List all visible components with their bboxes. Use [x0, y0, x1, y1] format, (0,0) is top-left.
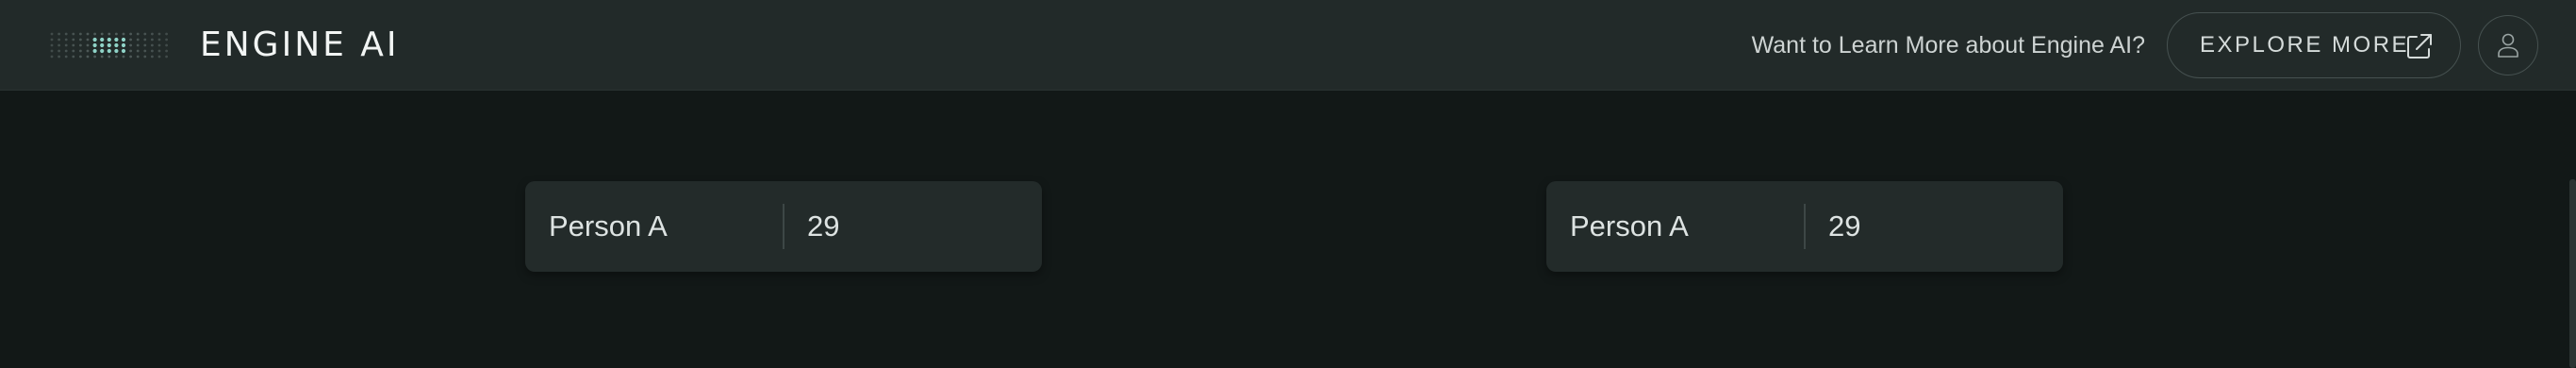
user-profile-button[interactable] — [2478, 15, 2538, 75]
person-age: 29 — [807, 209, 840, 243]
user-icon — [2498, 33, 2518, 58]
learn-more-prompt: Want to Learn More about Engine AI? — [1751, 32, 2145, 59]
explore-more-label: EXPLORE MORE — [2200, 32, 2410, 58]
explore-more-button[interactable]: EXPLORE MORE — [2167, 12, 2461, 78]
person-card: Person A 29 — [525, 181, 1042, 272]
card-divider — [1804, 204, 1806, 249]
top-navigation-bar: ENGINE AI Want to Learn More about Engin… — [0, 0, 2576, 91]
external-link-icon — [2407, 34, 2432, 59]
person-name: Person A — [1570, 209, 1689, 243]
person-name: Person A — [549, 209, 668, 243]
brand-name: ENGINE AI — [200, 25, 400, 64]
person-age: 29 — [1828, 209, 1861, 243]
card-divider — [783, 204, 784, 249]
person-card: Person A 29 — [1546, 181, 2063, 272]
engine-ai-logo[interactable]: ENGINE AI — [49, 25, 400, 65]
logo-dot-matrix-icon — [50, 32, 168, 59]
page-scrollbar[interactable] — [2569, 179, 2576, 368]
